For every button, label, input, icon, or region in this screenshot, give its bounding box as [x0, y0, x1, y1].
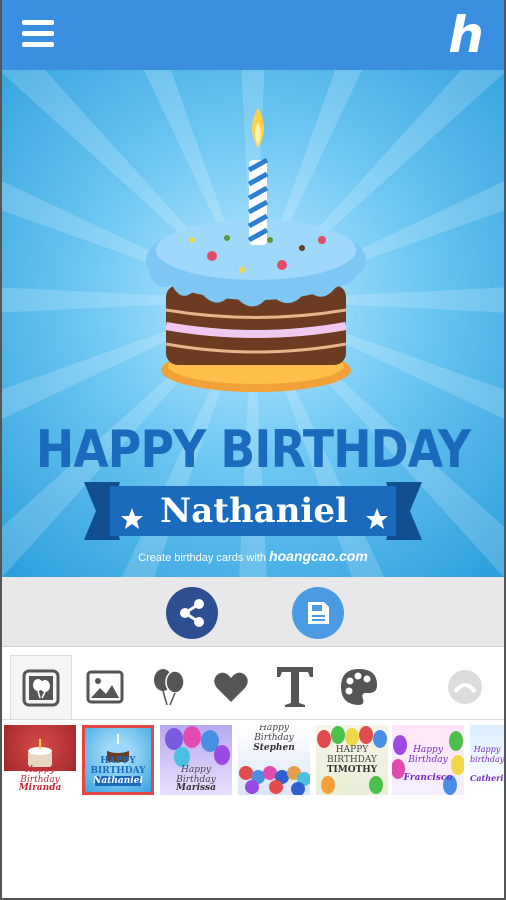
template-line1: Happy birthday	[470, 745, 504, 764]
tab-scroll-up[interactable]	[434, 655, 496, 719]
hamburger-menu-icon[interactable]	[22, 20, 54, 48]
template-thumb[interactable]: Happy birthday Catherine	[470, 725, 504, 795]
tab-divider	[2, 719, 504, 720]
palette-icon	[341, 669, 377, 705]
scroll-up-icon	[448, 670, 482, 704]
template-line2: Catherine	[470, 773, 504, 783]
tab-balloons[interactable]	[138, 655, 200, 719]
share-button[interactable]	[166, 587, 218, 639]
recipient-name[interactable]: Nathaniel	[84, 482, 424, 540]
heart-icon	[214, 672, 248, 702]
template-line1: Happy Birthday	[408, 745, 448, 765]
template-thumb[interactable]: HAPPY BIRTHDAY TIMOTHY	[316, 725, 388, 795]
template-thumb[interactable]: Happy Birthday Stephen	[238, 725, 310, 795]
action-bar	[2, 577, 504, 647]
tab-stickers[interactable]	[200, 655, 262, 719]
card-preview: HAPPY BIRTHDAY Nathaniel Create birthday…	[2, 70, 504, 577]
tab-templates[interactable]	[10, 655, 72, 719]
top-app-bar: h	[2, 0, 504, 70]
tool-tabs	[2, 647, 504, 723]
app-window: h HAPPY BIRTHDAY Nathaniel Create birthd…	[0, 0, 506, 900]
template-thumb-selected[interactable]: HAPPY BIRTHDAY Nathaniel	[82, 725, 154, 795]
template-strip: Happy Birthday Miranda HAPPY BIRTHDAY Na…	[2, 723, 504, 798]
template-line2: TIMOTHY	[326, 765, 378, 775]
card-credit: Create birthday cards with hoangcao.com	[2, 548, 504, 566]
template-thumb[interactable]: Happy Birthday Marissa	[160, 725, 232, 795]
save-button[interactable]	[292, 587, 344, 639]
app-logo[interactable]: h	[446, 10, 486, 60]
template-line1: Happy Birthday	[254, 725, 294, 743]
template-line2: Francisco	[403, 773, 453, 783]
tab-text[interactable]	[264, 655, 326, 719]
template-thumb[interactable]: Happy Birthday Miranda	[4, 725, 76, 795]
template-line1: HAPPY BIRTHDAY	[90, 756, 146, 776]
save-icon	[308, 602, 329, 624]
tab-colors[interactable]	[328, 655, 390, 719]
text-icon	[277, 667, 313, 707]
template-line1: HAPPY BIRTHDAY	[327, 745, 377, 765]
template-line2: Nathaniel	[93, 776, 143, 786]
balloons-icon	[154, 669, 185, 706]
template-line2: Stephen	[253, 743, 295, 753]
share-icon	[180, 599, 204, 627]
image-icon	[86, 670, 124, 704]
template-line1: Happy Birthday	[20, 765, 60, 785]
template-thumb[interactable]: Happy Birthday Francisco	[392, 725, 464, 795]
headline-text: HAPPY BIRTHDAY	[35, 420, 471, 480]
tab-image[interactable]	[74, 655, 136, 719]
credit-brand: hoangcao.com	[269, 548, 368, 564]
credit-prefix: Create birthday cards with	[138, 552, 266, 564]
template-line2: Miranda	[18, 783, 62, 793]
template-line1: Happy Birthday	[176, 765, 216, 785]
template-line2: Marissa	[176, 783, 216, 793]
balloon-frame-icon	[22, 669, 60, 706]
